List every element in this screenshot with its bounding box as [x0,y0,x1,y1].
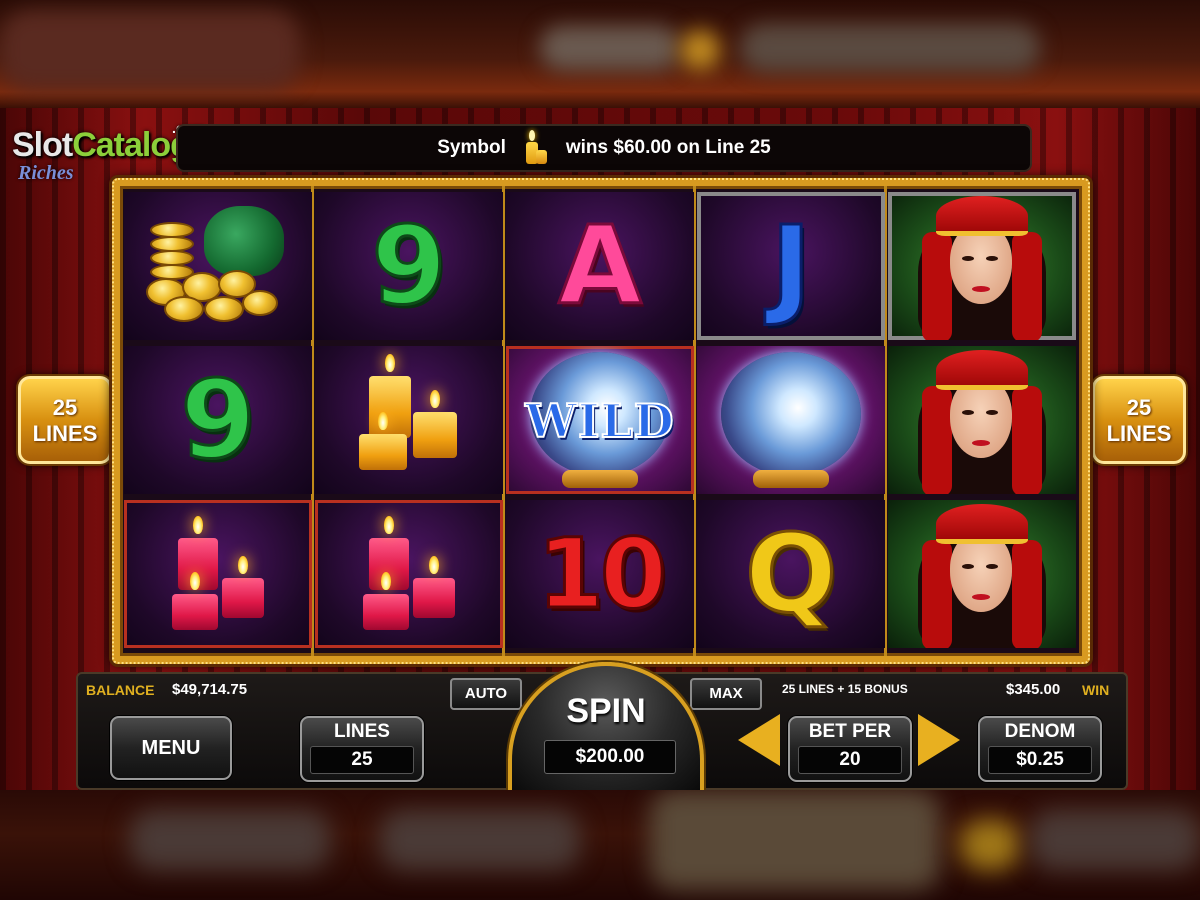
slot-game-area: SlotCatalog .com Riches Symbol wins $60.… [0,108,1200,790]
bet-per-value: 20 [798,746,902,774]
spin-button[interactable]: SPIN $200.00 [508,662,704,790]
symbol-wild: WILD [506,346,694,494]
blurred-header-background [0,0,1200,108]
symbol-gypsy-woman [888,500,1076,648]
win-message-text: wins $60.00 on Line 25 [565,137,771,158]
lines-bonus-text: 25 LINES + 15 BONUS [782,682,908,696]
balance-label: BALANCE [86,682,155,698]
balance-value: $49,714.75 [172,681,248,698]
reels-frame: 9 9 A WILD 10 J Q [112,178,1090,664]
win-label: WIN [1082,682,1110,698]
symbol-red-candles [315,500,503,648]
bet-per-label: BET PER [808,721,892,742]
symbol-ace: A [506,192,694,340]
symbol-jack: J [697,192,885,340]
symbol-yellow-candles [315,346,503,494]
right-lines-badge: 25 LINES [1092,376,1186,464]
lines-button-label: LINES [334,721,390,742]
win-value: $345.00 [1006,681,1061,698]
denom-button[interactable]: DENOM $0.25 [978,716,1102,782]
denom-label: DENOM [1004,721,1076,742]
control-panel: BALANCE $49,714.75 AUTO MAX 25 LINES + 1… [76,662,1128,790]
symbol-red-candles [124,500,312,648]
win-message-prefix: Symbol [437,137,506,158]
symbol-nine: 9 [315,192,503,340]
blurred-footer-background [0,790,1200,900]
spin-total-bet: $200.00 [544,740,676,774]
win-message-bar: Symbol wins $60.00 on Line 25 [176,124,1032,172]
bet-decrease-arrow-icon[interactable] [738,714,780,766]
wild-text: WILD [524,393,675,449]
symbol-gypsy-woman [888,346,1076,494]
crystal-ball-icon [721,352,861,476]
bet-increase-arrow-icon[interactable] [918,714,960,766]
spin-label: SPIN [566,692,646,730]
denom-value: $0.25 [988,746,1092,774]
lines-button-value: 25 [310,746,414,774]
symbol-crystal-ball [697,346,885,494]
symbol-queen: Q [697,500,885,648]
symbol-coins [124,192,312,340]
symbol-gypsy-woman [888,192,1076,340]
lines-button[interactable]: LINES 25 [300,716,424,782]
bet-per-button[interactable]: BET PER 20 [788,716,912,782]
menu-button[interactable]: MENU [110,716,232,780]
symbol-ten: 10 [506,500,694,648]
symbol-nine: 9 [124,346,312,494]
left-lines-badge: 25 LINES [18,376,112,464]
candle-icon [524,130,548,166]
game-logo-text: Riches [18,162,74,184]
max-button[interactable]: MAX [690,678,762,710]
money-bag-icon [204,206,284,276]
